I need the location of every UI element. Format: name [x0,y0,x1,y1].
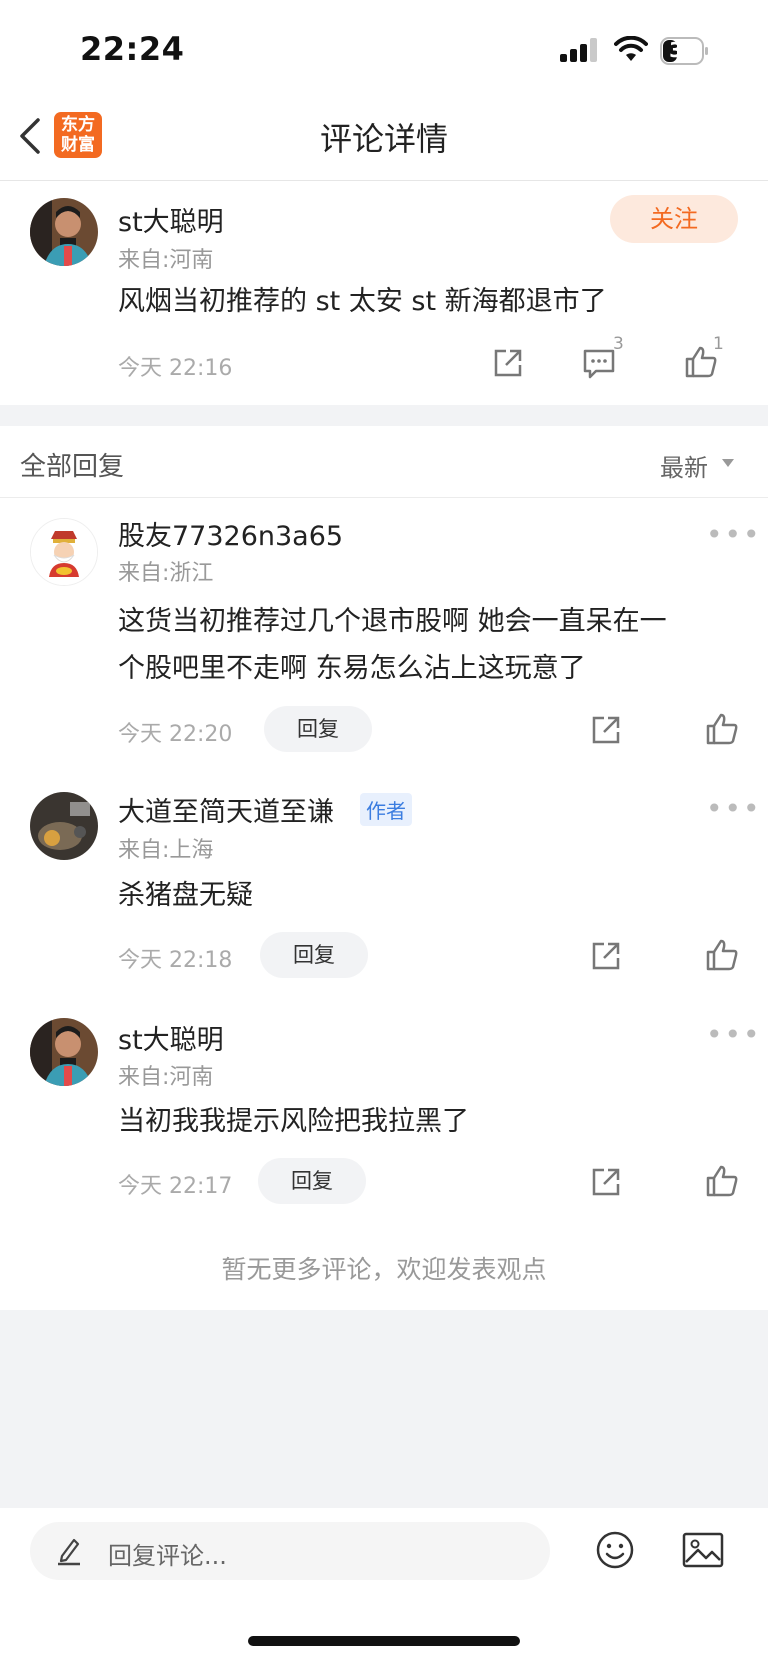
reply-content-line1: 这货当初推荐过几个退市股啊 她会一直呆在一 [118,606,667,637]
share-icon[interactable] [590,714,622,746]
username[interactable]: st大聪明 [118,1018,224,1057]
username[interactable]: 大道至简天道至谦 [118,790,334,829]
reply-content-line2: 个股吧里不走啊 东易怎么沾上这玩意了 [118,653,586,684]
section-title: 全部回复 [20,452,125,482]
author-badge: 作者 [360,793,412,826]
comment-count: 3 [613,334,624,354]
battery-level: 34 [669,38,697,62]
location: 来自:浙江 [118,561,214,586]
share-icon[interactable] [590,940,622,972]
avatar[interactable] [30,198,98,266]
reply-content: 杀猪盘无疑 [118,880,253,911]
more-icon[interactable]: ••• [706,518,762,551]
share-icon[interactable] [590,1166,622,1198]
chevron-down-icon[interactable] [722,459,734,467]
reply-input-placeholder[interactable]: 回复评论... [108,1536,227,1571]
end-note: 暂无更多评论，欢迎发表观点 [221,1255,547,1284]
reply-button[interactable]: 回复 [264,706,372,752]
like-icon[interactable] [705,1164,739,1198]
like-icon[interactable] [705,938,739,972]
more-icon[interactable]: ••• [706,792,762,825]
share-icon[interactable] [492,347,524,379]
image-icon[interactable] [682,1532,724,1568]
timestamp: 今天 22:18 [118,948,233,973]
comment-content: 风烟当初推荐的 st 太安 st 新海都退市了 [118,286,607,317]
timestamp: 今天 22:17 [118,1174,233,1199]
location: 来自:河南 [118,1065,214,1090]
wifi-icon [614,36,648,62]
emoji-icon[interactable] [595,1530,635,1570]
avatar[interactable] [30,1018,98,1086]
more-icon[interactable]: ••• [706,1018,762,1051]
divider [0,497,768,498]
reply-button[interactable]: 回复 [260,932,368,978]
home-indicator [248,1636,520,1646]
comment-icon[interactable] [582,347,616,379]
avatar[interactable] [30,792,98,860]
username[interactable]: 股友77326n3a65 [118,514,343,553]
like-icon[interactable] [705,712,739,746]
signal-icon [560,38,600,62]
avatar[interactable] [30,518,98,586]
sort-dropdown[interactable]: 最新 [660,448,708,483]
status-time: 22:24 [80,30,185,68]
pencil-icon [56,1536,82,1566]
follow-button[interactable]: 关注 [610,195,738,243]
username[interactable]: st大聪明 [118,200,224,239]
page-title: 评论详情 [319,120,448,158]
replies-section [0,426,768,1310]
timestamp: 今天 22:16 [118,356,233,381]
like-count: 1 [713,334,724,354]
timestamp: 今天 22:20 [118,722,233,747]
location: 来自:上海 [118,838,214,863]
reply-button[interactable]: 回复 [258,1158,366,1204]
location: 来自:河南 [118,248,214,273]
reply-content: 当初我我提示风险把我拉黑了 [118,1106,469,1137]
